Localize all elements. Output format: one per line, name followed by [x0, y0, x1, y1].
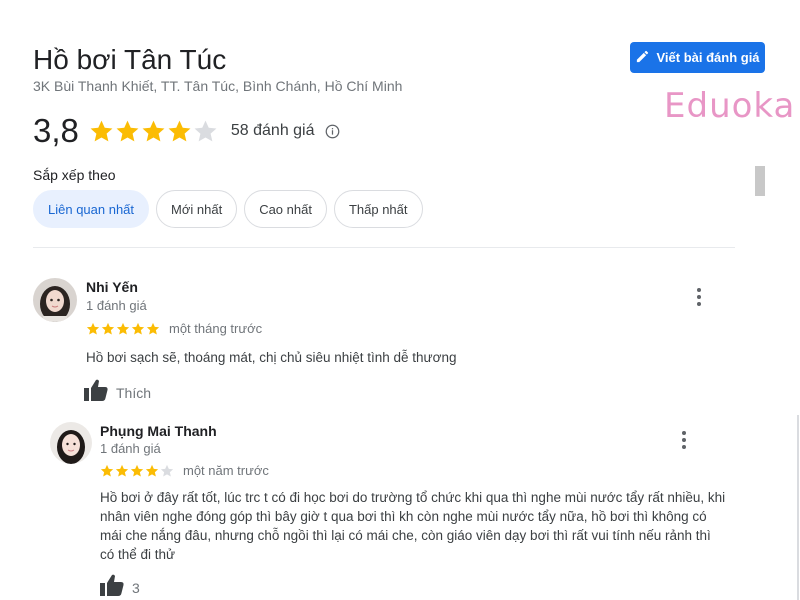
rating-value: 3,8 — [33, 112, 79, 149]
avatar[interactable] — [50, 422, 92, 464]
star-icon — [193, 119, 218, 144]
like-count: 3 — [132, 579, 140, 596]
panel-edge — [797, 415, 799, 600]
rating-summary: 3,8 58 đánh giá — [33, 112, 340, 150]
reviewer-name[interactable]: Nhi Yến — [86, 279, 138, 295]
place-title: Hồ bơi Tân Túc — [33, 44, 227, 75]
review-text-line: mái che nắng đâu, nhưng chỗ ngồi thì lại… — [100, 528, 711, 543]
star-icon — [100, 464, 114, 478]
avatar[interactable] — [33, 278, 77, 322]
like-label: Thích — [116, 384, 152, 401]
like-button[interactable]: 3 — [100, 574, 140, 600]
star-icon — [115, 464, 129, 478]
star-icon — [167, 119, 192, 144]
reviewer-review-count: 1 đánh giá — [100, 441, 161, 456]
review-date: một năm trước — [183, 463, 269, 478]
review-count[interactable]: 58 đánh giá — [231, 122, 315, 140]
review-date: một tháng trước — [169, 321, 263, 336]
reviewer-review-count: 1 đánh giá — [86, 298, 147, 313]
more-vert-icon[interactable] — [679, 431, 689, 449]
star-icon — [141, 119, 166, 144]
star-icon — [131, 322, 145, 336]
star-icon — [115, 119, 140, 144]
star-icon — [146, 322, 160, 336]
review-text-line: nhân viên nghe đóng góp thì bây giờ t qu… — [100, 509, 707, 524]
info-icon[interactable] — [325, 124, 340, 139]
star-icon — [116, 322, 130, 336]
review-rating: một năm trước — [100, 463, 269, 478]
review-text: Hồ bơi ở đây rất tốt, lúc trc t có đi họ… — [100, 488, 740, 564]
sort-chips: Liên quan nhất Mới nhất Cao nhất Thấp nh… — [33, 190, 423, 228]
divider — [33, 247, 735, 248]
watermark-logo: Eduoka — [664, 86, 796, 126]
place-address: 3K Bùi Thanh Khiết, TT. Tân Túc, Bình Ch… — [33, 78, 403, 94]
sort-chip-highest[interactable]: Cao nhất — [244, 190, 327, 228]
star-icon — [86, 322, 100, 336]
write-review-button[interactable]: Viết bài đánh giá — [630, 42, 765, 73]
like-button[interactable]: Thích — [84, 379, 151, 406]
sort-chip-newest[interactable]: Mới nhất — [156, 190, 238, 228]
star-icon — [130, 464, 144, 478]
star-icon — [89, 119, 114, 144]
review-text-line: Hồ bơi ở đây rất tốt, lúc trc t có đi họ… — [100, 490, 726, 505]
review-text: Hồ bơi sạch sẽ, thoáng mát, chị chủ siêu… — [86, 350, 457, 365]
sort-label: Sắp xếp theo — [33, 167, 116, 183]
star-icon — [160, 464, 174, 478]
sort-chip-lowest[interactable]: Thấp nhất — [333, 190, 423, 228]
reviewer-name[interactable]: Phụng Mai Thanh — [100, 423, 217, 439]
thumbs-up-icon — [84, 379, 108, 406]
more-vert-icon[interactable] — [694, 288, 704, 306]
review-rating: một tháng trước — [86, 321, 262, 336]
thumbs-up-icon — [100, 574, 124, 600]
pencil-icon — [635, 49, 650, 67]
review-stars — [100, 464, 175, 478]
review-stars — [86, 322, 161, 336]
star-icon — [145, 464, 159, 478]
scrollbar-thumb[interactable] — [755, 166, 765, 196]
sort-chip-relevant[interactable]: Liên quan nhất — [33, 190, 150, 228]
review-text-line: có thể đi thử — [100, 547, 176, 562]
write-review-label: Viết bài đánh giá — [656, 50, 760, 65]
rating-stars — [89, 119, 219, 144]
star-icon — [101, 322, 115, 336]
